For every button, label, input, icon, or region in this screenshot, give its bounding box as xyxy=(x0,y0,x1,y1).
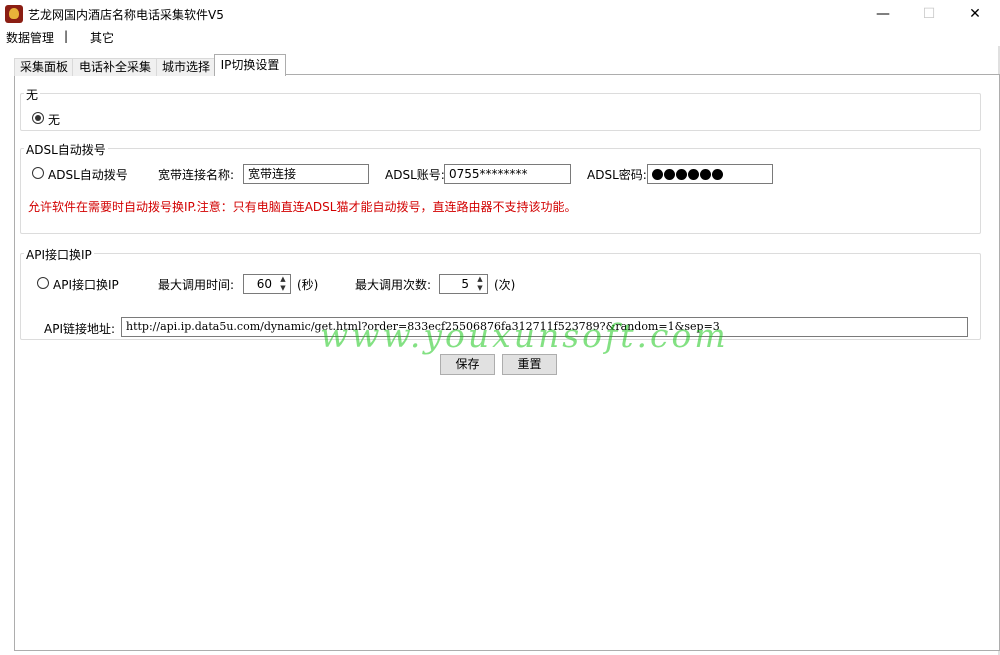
max-count-unit: (次) xyxy=(494,278,516,292)
max-count-value: 5 xyxy=(461,277,469,291)
save-button[interactable]: 保存 xyxy=(440,354,495,375)
tab-ip-switch-settings[interactable]: IP切换设置 xyxy=(214,54,286,76)
watermark: www.youxunsoft.com xyxy=(320,316,729,355)
max-count-spinner[interactable]: 5 ▲ ▼ xyxy=(439,274,488,294)
max-time-value: 60 xyxy=(256,277,272,291)
max-time-label: 最大调用时间: xyxy=(158,278,235,292)
password-dot xyxy=(712,169,723,180)
tab-phone-completion[interactable]: 电话补全采集 xyxy=(72,58,158,76)
radio-adsl-label: ADSL自动拨号 xyxy=(48,168,128,182)
group-none xyxy=(20,93,981,131)
radio-api-label: API接口换IP xyxy=(53,278,119,292)
conn-name-label: 宽带连接名称: xyxy=(158,168,235,182)
adsl-account-label: ADSL账号: xyxy=(385,168,445,182)
radio-none-label: 无 xyxy=(48,113,61,127)
group-api-title: API接口换IP xyxy=(24,246,94,263)
app-icon xyxy=(5,5,23,23)
spin-down-icon[interactable]: ▼ xyxy=(276,284,290,293)
minimize-button[interactable]: — xyxy=(860,0,906,28)
group-none-title: 无 xyxy=(24,86,41,103)
adsl-note: 允许软件在需要时自动拨号换IP.注意：只有电脑直连ADSL猫才能自动拨号，直连路… xyxy=(28,200,577,214)
api-url-label: API链接地址: xyxy=(44,322,116,336)
tab-city-select[interactable]: 城市选择 xyxy=(156,58,216,76)
max-time-spinner[interactable]: 60 ▲ ▼ xyxy=(243,274,291,294)
adsl-password-input[interactable] xyxy=(647,164,773,184)
menu-separator: | xyxy=(64,29,69,43)
group-adsl xyxy=(20,148,981,234)
maximize-button[interactable]: ☐ xyxy=(906,0,952,28)
adsl-password-label: ADSL密码: xyxy=(587,168,647,182)
radio-none[interactable] xyxy=(32,112,44,124)
spin-up-icon[interactable]: ▲ xyxy=(276,275,290,284)
menu-data-management[interactable]: 数据管理 xyxy=(6,29,54,46)
conn-name-input[interactable]: 宽带连接 xyxy=(243,164,369,184)
group-adsl-title: ADSL自动拨号 xyxy=(24,141,108,158)
radio-adsl[interactable] xyxy=(32,167,44,179)
tab-collection-panel[interactable]: 采集面板 xyxy=(14,58,74,76)
window-title: 艺龙网国内酒店名称电话采集软件V5 xyxy=(28,8,224,22)
password-dot xyxy=(700,169,711,180)
reset-button[interactable]: 重置 xyxy=(502,354,557,375)
menu-other[interactable]: 其它 xyxy=(90,29,114,46)
password-dot xyxy=(676,169,687,180)
password-dot xyxy=(652,169,663,180)
radio-api[interactable] xyxy=(37,277,49,289)
max-time-unit: (秒) xyxy=(297,278,319,292)
adsl-account-input[interactable]: 0755******** xyxy=(444,164,571,184)
max-count-label: 最大调用次数: xyxy=(355,278,432,292)
password-dot xyxy=(664,169,675,180)
close-button[interactable]: ✕ xyxy=(952,0,998,28)
password-dot xyxy=(688,169,699,180)
menu-bar xyxy=(0,28,1000,46)
spin-up-icon[interactable]: ▲ xyxy=(473,275,487,284)
spin-down-icon[interactable]: ▼ xyxy=(473,284,487,293)
